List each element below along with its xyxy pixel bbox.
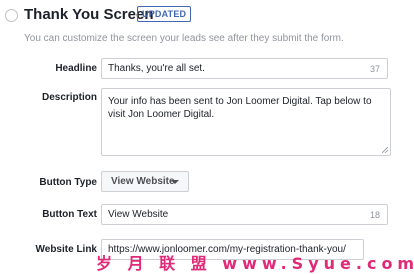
updated-badge: UPDATED [137,6,192,22]
description-value: Your info has been sent to Jon Loomer Di… [108,96,372,120]
section-title: Thank You Screen [24,6,154,23]
website-link-label: Website Link [35,244,98,255]
button-type-dropdown[interactable]: View Website [101,171,189,192]
thank-you-screen-radio[interactable] [5,9,18,22]
button-text-input[interactable]: View Website 18 [101,204,388,225]
description-label: Description [41,92,97,103]
watermark-text: 岁 月 联 盟 www.Syue.com [96,254,414,273]
headline-char-count: 37 [369,64,380,74]
headline-value: Thanks, you're all set. [108,63,205,74]
resize-grip-icon[interactable] [382,147,388,153]
caret-down-icon [171,180,179,184]
button-text-label: Button Text [42,209,97,220]
headline-label: Headline [55,63,97,74]
button-text-char-count: 18 [369,210,380,220]
button-type-label: Button Type [39,177,97,188]
section-subtitle: You can customize the screen your leads … [24,33,344,44]
description-textarea[interactable]: Your info has been sent to Jon Loomer Di… [101,88,391,156]
button-type-value: View Website [111,176,175,187]
headline-input[interactable]: Thanks, you're all set. 37 [101,58,388,79]
button-text-value: View Website [108,209,169,220]
